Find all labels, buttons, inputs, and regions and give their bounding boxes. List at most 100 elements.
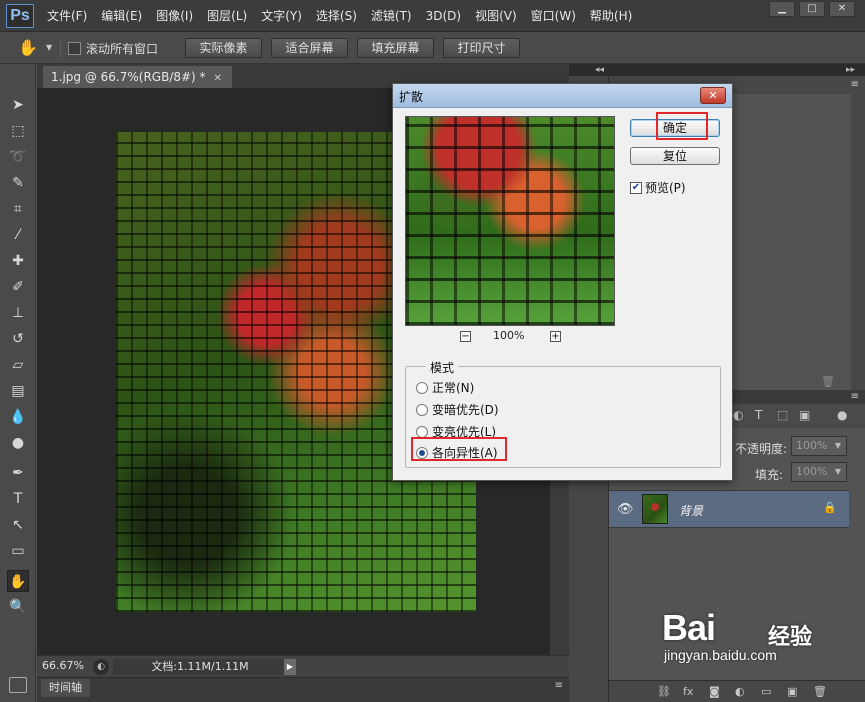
- menu-file[interactable]: 文件(F): [40, 0, 94, 32]
- menu-image[interactable]: 图像(I): [149, 0, 200, 32]
- menu-layer[interactable]: 图层(L): [200, 0, 254, 32]
- path-selection-tool-icon[interactable]: ↖: [7, 514, 29, 536]
- status-menu-arrow-icon[interactable]: ▶: [284, 659, 296, 675]
- gradient-tool-icon[interactable]: ▤: [7, 380, 29, 402]
- fill-dropdown-icon[interactable]: ▼: [832, 463, 844, 481]
- collapse-right-arrows-icon[interactable]: ▸▸: [846, 65, 855, 75]
- preview-checkbox[interactable]: ✔: [630, 181, 642, 194]
- opacity-label: 不透明度:: [735, 442, 788, 456]
- dodge-tool-icon[interactable]: ●: [7, 432, 29, 454]
- mode-radio-darken-only[interactable]: [416, 403, 428, 416]
- lasso-tool-icon[interactable]: ➰: [7, 146, 29, 168]
- new-layer-icon[interactable]: ▣: [787, 685, 797, 698]
- menu-help[interactable]: 帮助(H): [583, 0, 639, 32]
- brush-tool-icon[interactable]: ✐: [7, 276, 29, 298]
- fill-field[interactable]: 100% ▼: [791, 462, 847, 482]
- fill-screen-button[interactable]: 填充屏幕: [357, 38, 434, 58]
- menu-type[interactable]: 文字(Y): [254, 0, 309, 32]
- lock-icon[interactable]: 🔒: [823, 501, 837, 514]
- mode-radio-lighten-only[interactable]: [416, 425, 428, 438]
- zoom-tool-icon[interactable]: 🔍: [7, 596, 29, 618]
- filter-toggle-icon[interactable]: ●: [837, 408, 847, 422]
- preview-zoom-out-button[interactable]: −: [460, 331, 471, 342]
- timeline-panel-bar: 时间轴 ≡: [37, 677, 569, 702]
- layer-row-background[interactable]: 👁 背景 🔒: [609, 490, 849, 528]
- tool-preset-caret-icon[interactable]: ▼: [46, 43, 52, 52]
- layers-menu-icon[interactable]: ≡: [851, 391, 859, 402]
- upper-panel-scrollbar[interactable]: [851, 94, 865, 390]
- move-tool-icon[interactable]: ➤: [7, 94, 29, 116]
- zoom-level[interactable]: 66.67%: [42, 659, 84, 672]
- close-tab-icon[interactable]: ✕: [214, 73, 222, 84]
- filter-preview[interactable]: [405, 116, 615, 326]
- history-brush-tool-icon[interactable]: ↺: [7, 328, 29, 350]
- eraser-tool-icon[interactable]: ▱: [7, 354, 29, 376]
- healing-brush-tool-icon[interactable]: ✚: [7, 250, 29, 272]
- menu-filter[interactable]: 滤镜(T): [364, 0, 419, 32]
- document-size-info: 文档:1.11M/1.11M: [113, 659, 287, 675]
- scroll-all-windows-checkbox[interactable]: [68, 42, 81, 55]
- dialog-close-button[interactable]: ✕: [700, 87, 726, 104]
- menu-3d[interactable]: 3D(D): [419, 0, 468, 32]
- dialog-titlebar[interactable]: 扩散 ✕: [393, 84, 732, 108]
- visibility-eye-icon[interactable]: 👁: [617, 502, 634, 517]
- filter-adjust-icon[interactable]: ◐: [733, 408, 743, 422]
- minimize-icon[interactable]: ▁: [769, 1, 795, 17]
- status-info-icon[interactable]: ◐: [93, 659, 109, 675]
- tools-panel: ➤ ⬚ ➰ ✎ ⌗ ⁄ ✚ ✐ ⊥ ↺ ▱ ▤ 💧 ● ✒ T ↖ ▭ ✋ 🔍: [0, 64, 36, 702]
- panel-collapse-bar: ◂◂ ▸▸: [569, 64, 865, 76]
- timeline-menu-icon[interactable]: ≡: [555, 680, 563, 691]
- fill-value: 100%: [796, 465, 828, 478]
- filter-smart-object-icon[interactable]: ▣: [799, 408, 810, 422]
- menu-window[interactable]: 窗口(W): [524, 0, 583, 32]
- blur-tool-icon[interactable]: 💧: [7, 406, 29, 428]
- link-layers-icon[interactable]: ⛓: [657, 685, 671, 698]
- preview-option[interactable]: ✔ 预览(P): [630, 179, 686, 196]
- rectangle-tool-icon[interactable]: ▭: [7, 540, 29, 562]
- print-size-button[interactable]: 打印尺寸: [443, 38, 520, 58]
- screen-mode-icon[interactable]: [9, 677, 27, 693]
- new-group-icon[interactable]: ▭: [761, 685, 771, 698]
- pen-tool-icon[interactable]: ✒: [7, 462, 29, 484]
- upper-panel-menu-icon[interactable]: ≡: [851, 79, 859, 90]
- maximize-icon[interactable]: □: [799, 1, 825, 17]
- hand-tool-icon[interactable]: ✋: [18, 38, 38, 57]
- filter-shape-icon[interactable]: ⬚: [777, 408, 788, 422]
- scroll-all-windows-label: 滚动所有窗口: [86, 42, 159, 56]
- mode-label-darken-only: 变暗优先(D): [432, 403, 499, 417]
- marquee-tool-icon[interactable]: ⬚: [7, 120, 29, 142]
- scroll-all-windows-option[interactable]: 滚动所有窗口: [68, 40, 158, 57]
- fit-screen-button[interactable]: 适合屏幕: [271, 38, 348, 58]
- upper-panel-trash-icon[interactable]: 🗑: [821, 375, 835, 388]
- filter-type-icon[interactable]: T: [755, 408, 762, 422]
- preview-zoom-in-button[interactable]: +: [550, 331, 561, 342]
- hand-tool-active-icon[interactable]: ✋: [7, 570, 29, 592]
- close-window-icon[interactable]: ✕: [829, 1, 855, 17]
- layer-name[interactable]: 背景: [679, 502, 703, 519]
- eyedropper-tool-icon[interactable]: ⁄: [7, 224, 29, 246]
- opacity-field[interactable]: 100% ▼: [791, 436, 847, 456]
- mode-option-darken-only[interactable]: 变暗优先(D): [416, 401, 499, 418]
- status-bar: 66.67% ◐ 文档:1.11M/1.11M ▶: [37, 655, 569, 677]
- mode-radio-normal[interactable]: [416, 381, 428, 394]
- layer-thumbnail: [642, 494, 668, 524]
- menu-select[interactable]: 选择(S): [309, 0, 364, 32]
- layer-mask-icon[interactable]: ◙: [709, 685, 720, 698]
- crop-tool-icon[interactable]: ⌗: [7, 198, 29, 220]
- opacity-dropdown-icon[interactable]: ▼: [832, 437, 844, 455]
- menu-items: 文件(F) 编辑(E) 图像(I) 图层(L) 文字(Y) 选择(S) 滤镜(T…: [40, 0, 639, 32]
- clone-stamp-tool-icon[interactable]: ⊥: [7, 302, 29, 324]
- delete-layer-icon[interactable]: 🗑: [813, 685, 827, 698]
- type-tool-icon[interactable]: T: [7, 488, 29, 510]
- menu-view[interactable]: 视图(V): [468, 0, 524, 32]
- adjustment-layer-icon[interactable]: ◐: [735, 685, 745, 698]
- timeline-tab[interactable]: 时间轴: [41, 679, 90, 697]
- layer-style-fx-icon[interactable]: fx: [683, 685, 693, 698]
- collapse-left-arrows-icon[interactable]: ◂◂: [595, 65, 604, 75]
- reset-button[interactable]: 复位: [630, 147, 720, 165]
- menu-edit[interactable]: 编辑(E): [94, 0, 149, 32]
- quick-select-tool-icon[interactable]: ✎: [7, 172, 29, 194]
- document-tab[interactable]: 1.jpg @ 66.7%(RGB/8#) * ✕: [43, 66, 232, 88]
- mode-option-normal[interactable]: 正常(N): [416, 379, 474, 396]
- actual-pixels-button[interactable]: 实际像素: [185, 38, 262, 58]
